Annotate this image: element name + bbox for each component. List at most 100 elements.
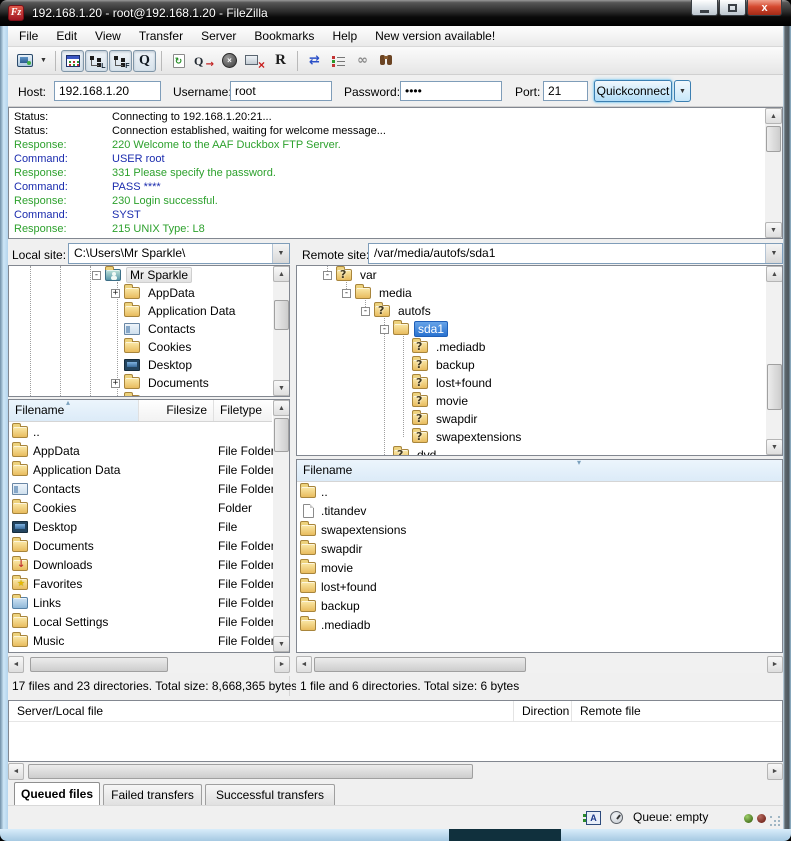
column-header-server-local-file[interactable]: Server/Local file <box>9 701 514 722</box>
column-header-filename[interactable]: Filename ▴ <box>9 400 139 421</box>
local-hscrollbar-thumb[interactable] <box>30 657 168 672</box>
local-tree-item[interactable]: Mr Sparkle <box>9 266 289 284</box>
reconnect-button[interactable]: R <box>269 50 292 72</box>
close-button[interactable]: x <box>747 0 782 16</box>
remote-tree-item[interactable]: sda1 <box>297 320 782 338</box>
local-file-row[interactable]: Music File Folder <box>9 631 272 650</box>
tree-expander[interactable] <box>342 289 351 298</box>
local-file-row[interactable]: Favorites File Folder <box>9 574 272 593</box>
maximize-button[interactable] <box>719 0 746 16</box>
process-queue-button[interactable]: Q→ <box>191 50 217 72</box>
remote-tree-item[interactable]: var <box>297 266 782 284</box>
local-file-row[interactable]: .. <box>9 422 272 441</box>
menu-item[interactable]: Bookmarks <box>245 26 323 46</box>
local-tree-item[interactable]: Application Data <box>9 302 289 320</box>
scroll-down-icon[interactable]: ▼ <box>273 380 290 396</box>
resize-grip[interactable] <box>770 816 782 828</box>
remote-tree-item[interactable]: dvd <box>297 446 782 456</box>
remote-hscrollbar-thumb[interactable] <box>314 657 526 672</box>
directory-comparison-button[interactable]: ⇄ <box>303 50 326 72</box>
remote-tree-item[interactable]: swapdir <box>297 410 782 428</box>
scroll-up-icon[interactable]: ▲ <box>765 108 782 124</box>
chevron-down-icon[interactable]: ▼ <box>272 244 289 263</box>
scroll-up-icon[interactable]: ▲ <box>273 400 290 416</box>
tree-expander[interactable] <box>361 307 370 316</box>
local-file-row[interactable]: Links File Folder <box>9 593 272 612</box>
directory-listing-button[interactable] <box>327 50 350 72</box>
menu-item[interactable]: New version available! <box>366 26 504 46</box>
toggle-remote-tree-button[interactable]: F <box>109 50 132 72</box>
quickconnect-button[interactable]: Quickconnect <box>594 80 672 102</box>
local-tree-item[interactable]: Cookies <box>9 338 289 356</box>
find-files-button[interactable] <box>375 50 398 72</box>
local-tree-item[interactable]: Desktop <box>9 356 289 374</box>
remote-file-row[interactable]: .mediadb <box>297 615 782 634</box>
remote-tree-item[interactable]: media <box>297 284 782 302</box>
disconnect-button[interactable]: × <box>242 50 268 72</box>
menu-item[interactable]: Edit <box>47 26 86 46</box>
site-manager-dropdown[interactable]: ▼ <box>37 50 50 72</box>
remote-tree-item[interactable]: .mediadb <box>297 338 782 356</box>
remote-file-row[interactable]: .. <box>297 482 782 501</box>
scroll-left-icon[interactable]: ◄ <box>8 656 24 673</box>
remote-site-combo[interactable]: /var/media/autofs/sda1 ▼ <box>368 243 783 264</box>
scroll-left-icon[interactable]: ◄ <box>8 763 24 780</box>
column-header-filename[interactable]: Filename ▾ <box>297 460 782 481</box>
scroll-down-icon[interactable]: ▼ <box>273 636 290 652</box>
local-file-row[interactable]: Downloads File Folder <box>9 555 272 574</box>
tab-failed-transfers[interactable]: Failed transfers <box>103 784 202 805</box>
site-manager-button[interactable] <box>13 50 36 72</box>
toggle-message-log-button[interactable] <box>61 50 84 72</box>
remote-file-row[interactable]: swapdir <box>297 539 782 558</box>
scroll-right-icon[interactable]: ► <box>767 656 783 673</box>
tab-successful-transfers[interactable]: Successful transfers <box>205 784 335 805</box>
local-list-scrollbar-thumb[interactable] <box>274 418 289 452</box>
remote-file-row[interactable]: lost+found <box>297 577 782 596</box>
tab-queued-files[interactable]: Queued files <box>14 782 100 805</box>
toggle-queue-button[interactable]: Q <box>133 50 156 72</box>
password-input[interactable] <box>400 81 502 101</box>
remote-file-row[interactable]: .titandev <box>297 501 782 520</box>
local-tree-item[interactable]: Documents <box>9 374 289 392</box>
scroll-up-icon[interactable]: ▲ <box>766 266 783 282</box>
chevron-down-icon[interactable]: ▼ <box>765 244 782 263</box>
column-header-remote-file[interactable]: Remote file <box>572 701 782 722</box>
local-tree-scrollbar-thumb[interactable] <box>274 300 289 330</box>
local-file-row[interactable]: AppData File Folder <box>9 441 272 460</box>
remote-tree-item[interactable]: lost+found <box>297 374 782 392</box>
host-input[interactable] <box>54 81 161 101</box>
local-file-row[interactable]: Local Settings File Folder <box>9 612 272 631</box>
local-tree-item[interactable]: Downloads <box>9 392 289 397</box>
column-header-filesize[interactable]: Filesize <box>139 400 214 421</box>
refresh-button[interactable]: ↻ <box>167 50 190 72</box>
menu-item[interactable]: Help <box>323 26 366 46</box>
local-file-row[interactable]: Application Data File Folder <box>9 460 272 479</box>
remote-tree-item[interactable]: swapextensions <box>297 428 782 446</box>
queue-hscrollbar-thumb[interactable] <box>28 764 473 779</box>
remote-tree-item[interactable]: autofs <box>297 302 782 320</box>
tree-expander[interactable] <box>380 325 389 334</box>
column-header-filetype[interactable]: Filetype <box>214 400 272 421</box>
local-tree-item[interactable]: AppData <box>9 284 289 302</box>
tree-expander[interactable] <box>111 379 120 388</box>
local-file-row[interactable]: Desktop File <box>9 517 272 536</box>
menu-item[interactable]: View <box>86 26 130 46</box>
menu-item[interactable]: Transfer <box>130 26 192 46</box>
quickconnect-dropdown[interactable]: ▼ <box>674 80 691 102</box>
local-tree-scrollbar[interactable]: ▲ ▼ <box>273 266 290 396</box>
scroll-right-icon[interactable]: ► <box>274 656 290 673</box>
tree-expander[interactable] <box>323 271 332 280</box>
port-input[interactable] <box>543 81 588 101</box>
minimize-button[interactable] <box>691 0 718 16</box>
local-file-row[interactable]: Cookies Folder <box>9 498 272 517</box>
remote-file-row[interactable]: backup <box>297 596 782 615</box>
log-scrollbar-thumb[interactable] <box>766 126 781 152</box>
toggle-local-tree-button[interactable]: L <box>85 50 108 72</box>
remote-tree-item[interactable]: backup <box>297 356 782 374</box>
remote-file-row[interactable]: movie <box>297 558 782 577</box>
menu-item[interactable]: Server <box>192 26 245 46</box>
tree-expander[interactable] <box>92 271 101 280</box>
local-tree-item[interactable]: Contacts <box>9 320 289 338</box>
username-input[interactable] <box>230 81 332 101</box>
remote-file-row[interactable]: swapextensions <box>297 520 782 539</box>
